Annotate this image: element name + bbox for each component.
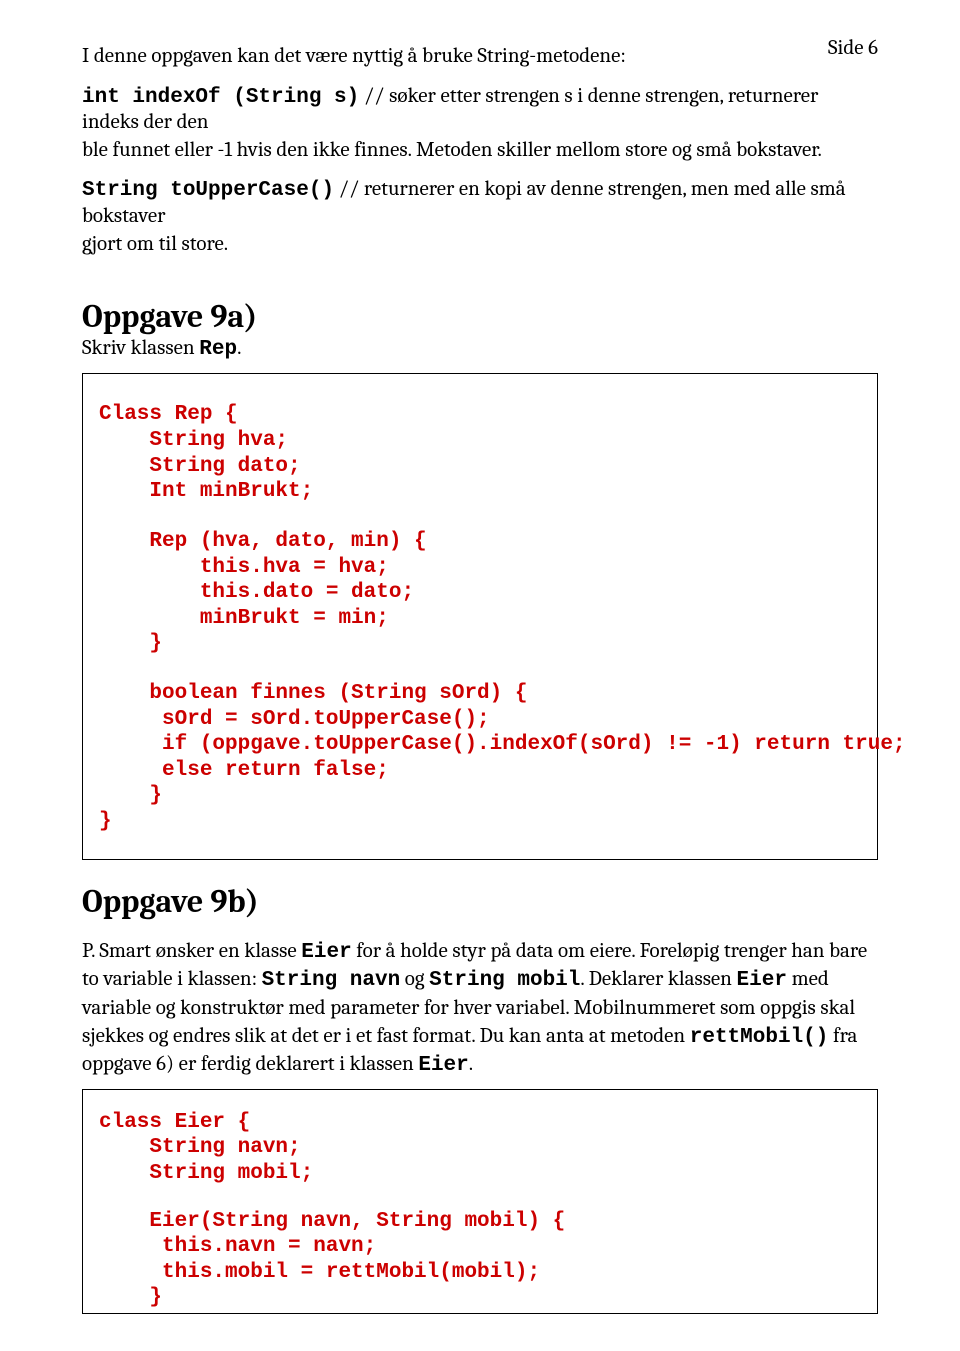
text: sjekkes og endres slik at det er i et fa… — [82, 1024, 690, 1048]
para-9b-1: P. Smart ønsker en klasse Eier for å hol… — [82, 939, 878, 966]
code-line: if (oppgave.toUpperCase().indexOf(sOrd) … — [99, 732, 861, 758]
text: med — [787, 967, 829, 991]
code-line: } — [99, 1285, 861, 1311]
para-9b-5: oppgave 6) er ferdig deklarert i klassen… — [82, 1052, 878, 1079]
code-line: Int minBrukt; — [99, 479, 861, 505]
code-line: Eier(String navn, String mobil) { — [99, 1209, 861, 1235]
code-line: Class Rep { — [99, 402, 861, 428]
text: oppgave 6) er ferdig deklarert i klassen — [82, 1052, 418, 1076]
text: to variable i klassen: — [82, 967, 262, 991]
text: og — [400, 967, 429, 991]
code-line: } — [99, 631, 861, 657]
code-line: String navn; — [99, 1135, 861, 1161]
code-line: } — [99, 783, 861, 809]
code-line: else return false; — [99, 758, 861, 784]
code-line: } — [99, 809, 861, 835]
code-inline: Eier — [737, 969, 787, 992]
indexof-desc: int indexOf (String s) // søker etter st… — [82, 84, 878, 136]
code-line: String hva; — [99, 428, 861, 454]
code-line: minBrukt = min; — [99, 606, 861, 632]
code-line: String mobil; — [99, 1161, 861, 1187]
task-9b-title: Oppgave 9b) — [82, 884, 878, 919]
code-inline: String toUpperCase() — [82, 179, 334, 202]
text: . Deklarer klassen — [580, 967, 736, 991]
code-inline: String navn — [262, 969, 401, 992]
text: . — [237, 336, 241, 360]
para-9b-3: variable og konstruktør med parameter fo… — [82, 996, 878, 1022]
task-9a-title: Oppgave 9a) — [82, 299, 878, 334]
code-inline: rettMobil() — [690, 1026, 829, 1049]
para-9b-4: sjekkes og endres slik at det er i et fa… — [82, 1024, 878, 1051]
intro-text: I denne oppgaven kan det være nyttig å b… — [82, 44, 878, 70]
code-line: Rep (hva, dato, min) { — [99, 529, 861, 555]
code-line: sOrd = sOrd.toUpperCase(); — [99, 707, 861, 733]
code-line: String dato; — [99, 454, 861, 480]
page: Side 6 I denne oppgaven kan det være nyt… — [0, 0, 960, 1351]
code-inline: Eier — [301, 941, 351, 964]
code-line: boolean finnes (String sOrd) { — [99, 681, 861, 707]
touppercase-desc: String toUpperCase() // returnerer en ko… — [82, 177, 878, 229]
text: fra — [828, 1024, 857, 1048]
code-line: this.navn = navn; — [99, 1234, 861, 1260]
touppercase-desc-2: gjort om til store. — [82, 232, 878, 258]
code-inline: Rep — [199, 338, 237, 361]
text: P. Smart ønsker en klasse — [82, 939, 301, 963]
para-9b-2: to variable i klassen: String navn og St… — [82, 967, 878, 994]
task-9a-sub: Skriv klassen Rep. — [82, 336, 878, 361]
code-inline: Eier — [418, 1054, 468, 1077]
code-line: class Eier { — [99, 1110, 861, 1136]
code-inline: int indexOf (String s) — [82, 86, 359, 109]
text: . — [469, 1052, 473, 1076]
indexof-desc-2: ble funnet eller -1 hvis den ikke finnes… — [82, 138, 878, 164]
code-line: this.dato = dato; — [99, 580, 861, 606]
code-inline: String mobil — [429, 969, 580, 992]
text: for å holde styr på data om eiere. Forel… — [352, 939, 867, 963]
code-box-9a: Class Rep { String hva; String dato; Int… — [82, 373, 878, 859]
text: Skriv klassen — [82, 336, 199, 360]
code-line: this.mobil = rettMobil(mobil); — [99, 1260, 861, 1286]
page-number: Side 6 — [828, 36, 878, 60]
code-box-9b: class Eier { String navn; String mobil; … — [82, 1089, 878, 1314]
code-line: this.hva = hva; — [99, 555, 861, 581]
